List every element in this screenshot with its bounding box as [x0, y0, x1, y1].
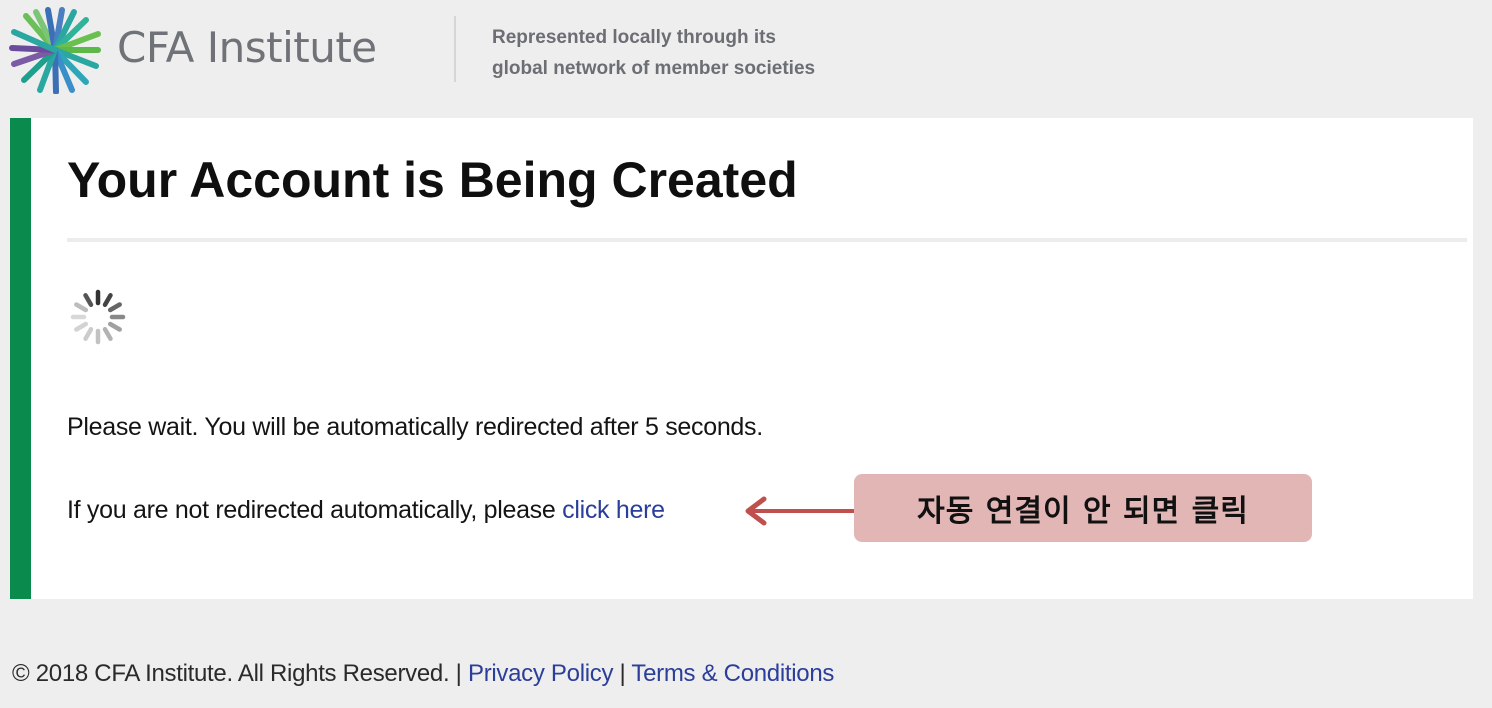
footer-separator: |: [613, 660, 632, 687]
redirect-wait-message: Please wait. You will be automatically r…: [67, 413, 763, 441]
footer-separator: |: [449, 660, 468, 687]
terms-conditions-link[interactable]: Terms & Conditions: [631, 660, 834, 687]
logo-wordmark[interactable]: CFA Institute: [117, 20, 377, 76]
tagline-line-2: global network of member societies: [492, 58, 816, 79]
arrow-left-icon: [745, 496, 856, 526]
loading-spinner-icon: [70, 289, 126, 345]
header-divider: [454, 16, 456, 82]
annotation-callout: 자동 연결이 안 되면 클릭: [854, 474, 1312, 542]
page-header: CFA Institute Represented locally throug…: [0, 0, 1492, 110]
page-footer: © 2018 CFA Institute. All Rights Reserve…: [12, 657, 834, 691]
copyright-text: © 2018 CFA Institute. All Rights Reserve…: [12, 660, 450, 687]
manual-redirect-prefix: If you are not redirected automatically,…: [67, 496, 563, 524]
header-tagline: Represented locally through its global n…: [492, 22, 815, 84]
tagline-line-1: Represented locally through its: [492, 27, 776, 48]
title-divider: [67, 238, 1467, 242]
page-title: Your Account is Being Created: [67, 152, 798, 208]
cfa-logo-icon[interactable]: [8, 6, 102, 94]
privacy-policy-link[interactable]: Privacy Policy: [468, 660, 613, 687]
manual-redirect-message: If you are not redirected automatically,…: [67, 493, 665, 527]
click-here-link[interactable]: click here: [562, 496, 665, 524]
